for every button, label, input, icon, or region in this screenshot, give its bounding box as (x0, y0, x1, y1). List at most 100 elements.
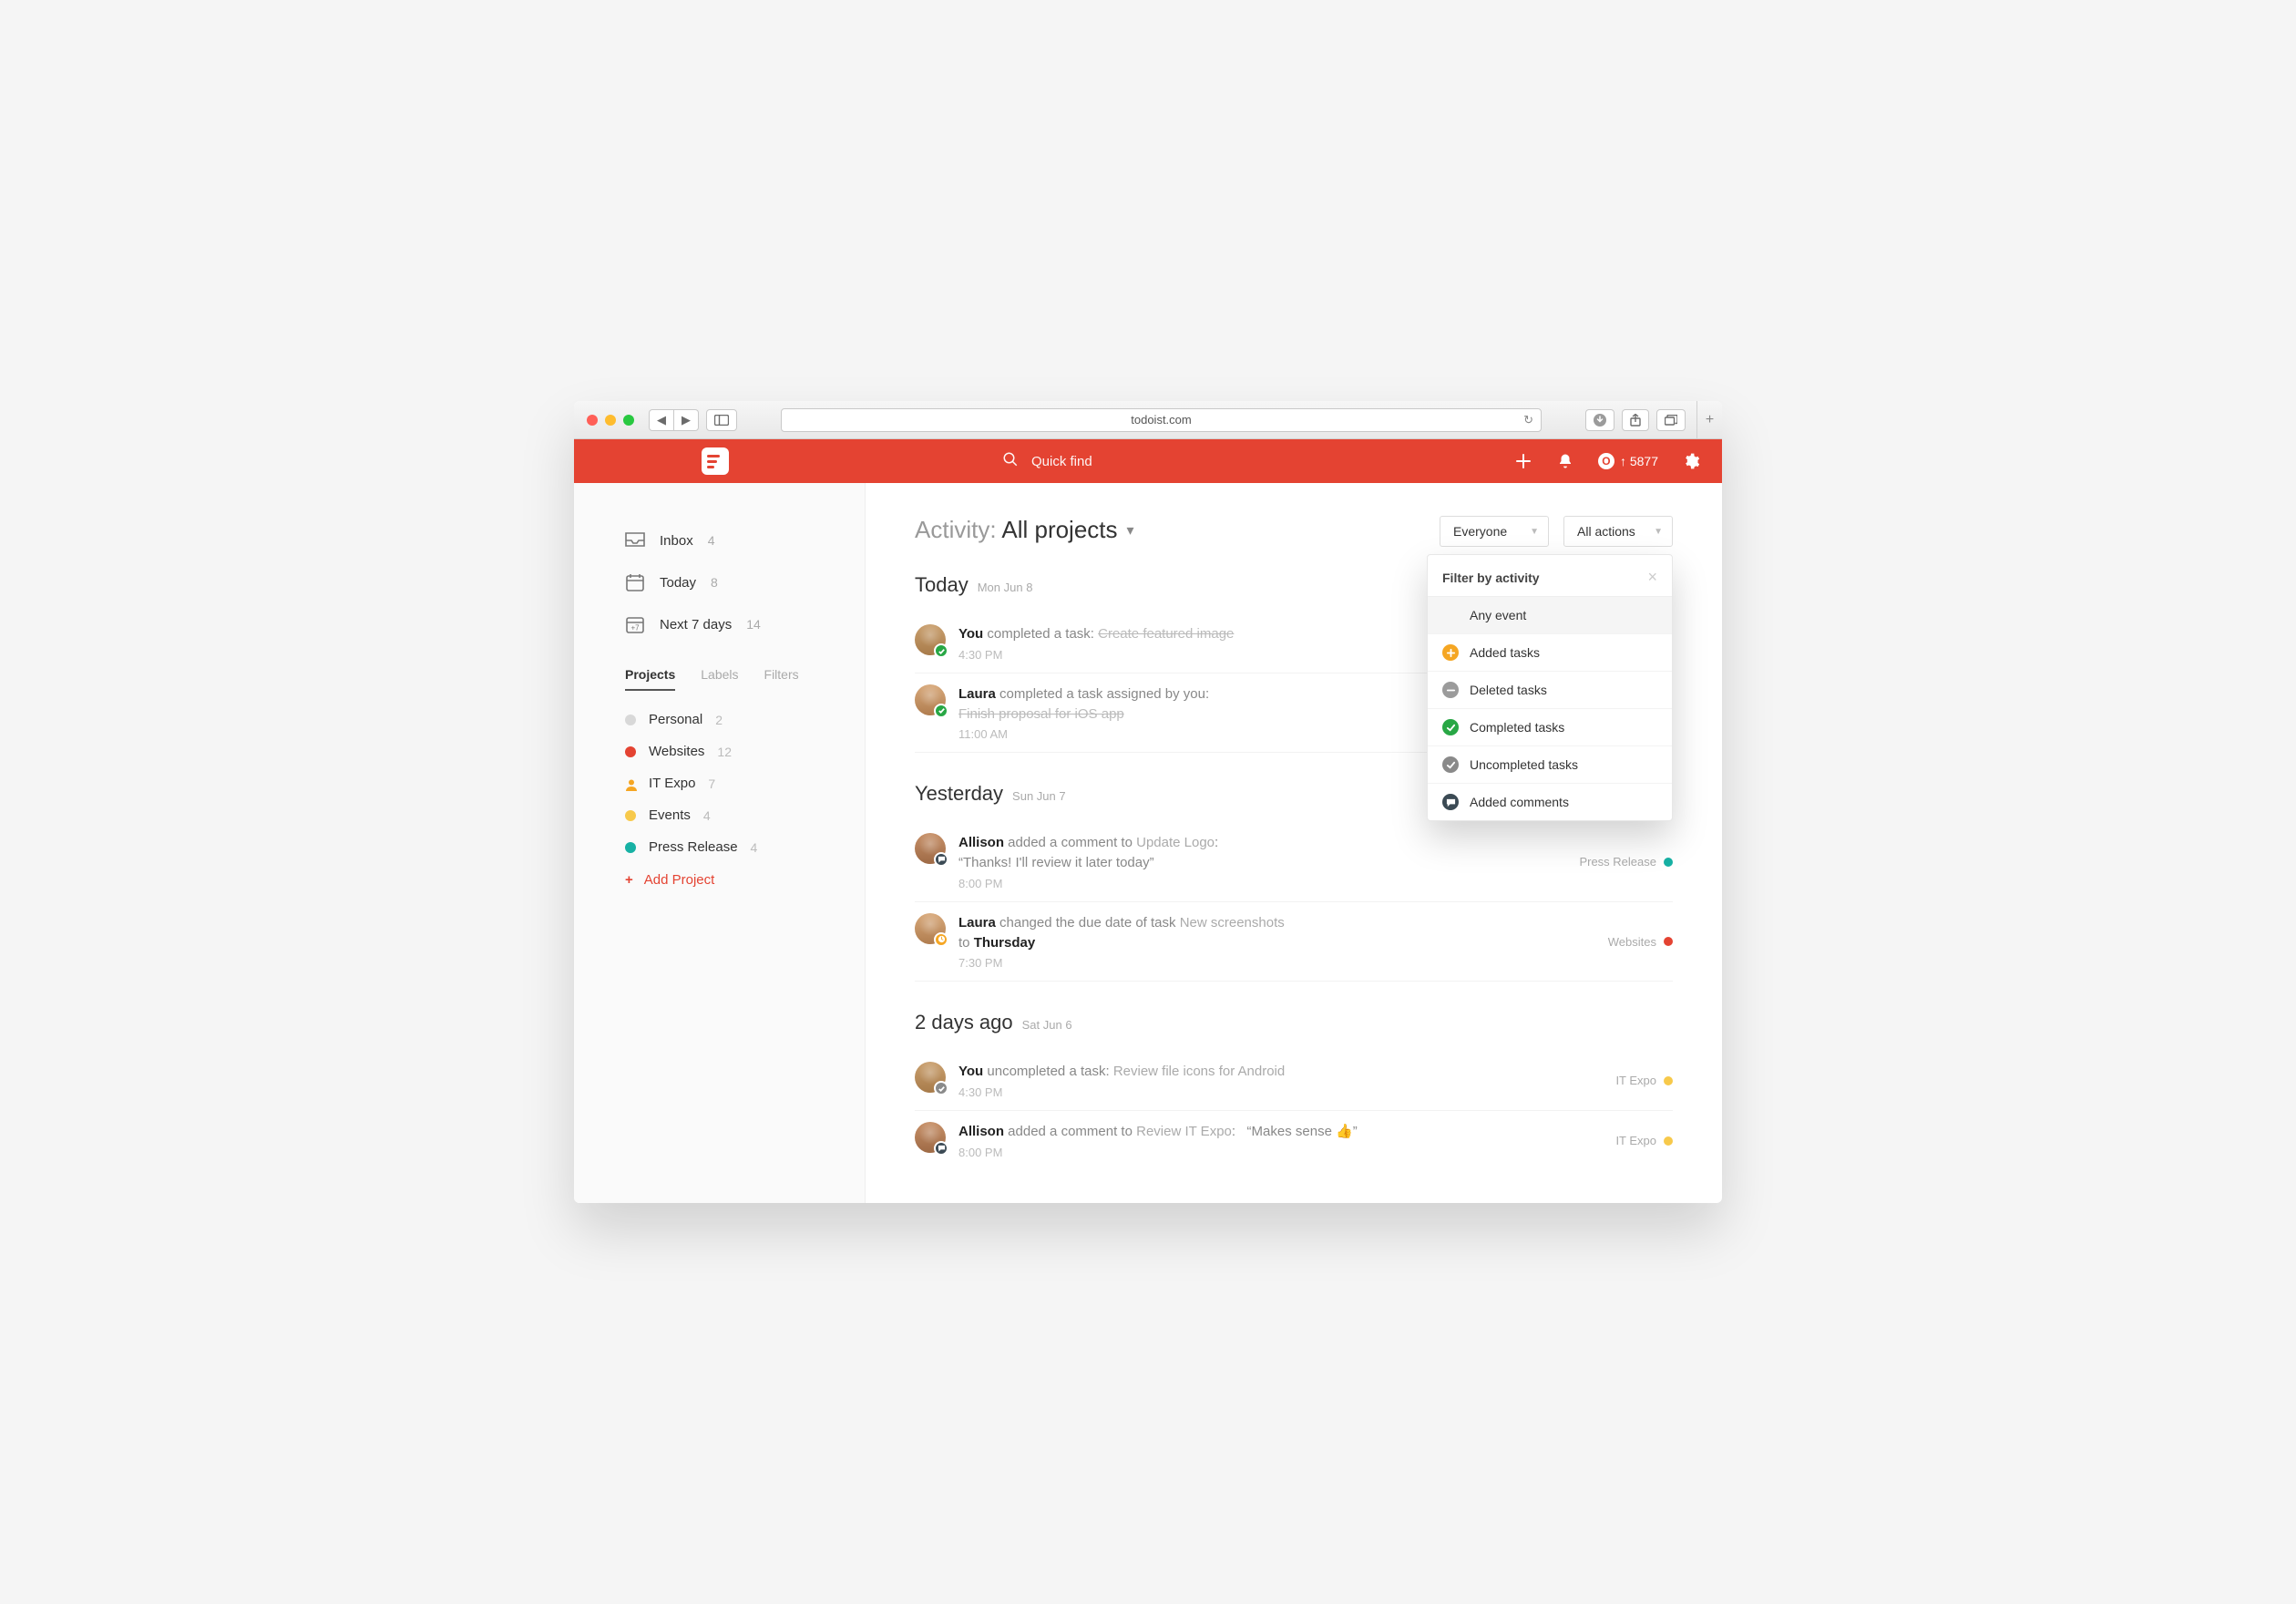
project-count: 4 (751, 840, 758, 855)
project-color-dot (625, 746, 636, 757)
activity-time: 4:30 PM (958, 1085, 1603, 1099)
due-badge-icon (934, 932, 948, 947)
chevron-down-icon: ▼ (1530, 527, 1539, 537)
sidebar: Inbox 4 Today 8 +7 Next 7 days 14 Projec… (574, 483, 866, 1203)
share-button[interactable] (1622, 409, 1649, 431)
comment-badge-icon (934, 852, 948, 867)
dropdown-item[interactable]: Completed tasks (1428, 709, 1672, 746)
title-dropdown-icon[interactable]: ▾ (1127, 521, 1134, 540)
comment-icon (1442, 794, 1459, 810)
nav-buttons: ◀ ▶ (649, 409, 699, 431)
url-bar[interactable]: todoist.com ↻ (781, 408, 1542, 432)
maximize-window-icon[interactable] (623, 415, 634, 426)
activity-line: Laura changed the due date of task New s… (958, 913, 1595, 933)
app-body: Inbox 4 Today 8 +7 Next 7 days 14 Projec… (574, 483, 1722, 1203)
sidebar-next7[interactable]: +7 Next 7 days 14 (625, 603, 865, 645)
uncomplete-badge-icon (934, 1081, 948, 1095)
minus-icon (1442, 682, 1459, 698)
tab-projects[interactable]: Projects (625, 667, 675, 691)
dropdown-item-label: Completed tasks (1470, 720, 1564, 735)
filter-actions-select[interactable]: All actions ▼ (1563, 516, 1673, 547)
close-window-icon[interactable] (587, 415, 598, 426)
forward-button[interactable]: ▶ (674, 409, 699, 431)
new-tab-button[interactable]: + (1696, 401, 1722, 438)
project-count: 2 (715, 713, 723, 727)
notifications-icon[interactable] (1556, 452, 1574, 470)
dropdown-item[interactable]: Added comments (1428, 784, 1672, 820)
project-label: Press Release (649, 839, 738, 855)
tab-filters[interactable]: Filters (764, 667, 799, 691)
activity-line: Allison added a comment to Review IT Exp… (958, 1122, 1603, 1142)
dropdown-item[interactable]: Added tasks (1428, 634, 1672, 672)
app-logo-icon[interactable] (702, 447, 729, 475)
section-date: Mon Jun 8 (978, 581, 1033, 594)
refresh-icon[interactable]: ↻ (1523, 413, 1533, 427)
calendar-today-icon (625, 572, 645, 592)
settings-gear-icon[interactable] (1682, 452, 1700, 470)
projects-list: Personal2Websites12IT Expo7Events4Press … (625, 704, 865, 863)
sidebar-toggle-button[interactable] (706, 409, 737, 431)
avatar (915, 1122, 946, 1153)
activity-project[interactable]: IT Expo (1615, 1134, 1673, 1147)
dropdown-item[interactable]: Any event (1428, 597, 1672, 634)
project-label: IT Expo (1615, 1134, 1656, 1147)
dropdown-item[interactable]: Deleted tasks (1428, 672, 1672, 709)
activity-item: You uncompleted a task: Review file icon… (915, 1051, 1673, 1111)
karma-score[interactable]: O ↑ 5877 (1598, 453, 1658, 469)
dropdown-title: Filter by activity (1442, 571, 1540, 585)
sidebar-today[interactable]: Today 8 (625, 561, 865, 603)
activity-body: Allison added a comment to Review IT Exp… (958, 1122, 1603, 1159)
dropdown-header: Filter by activity × (1428, 555, 1672, 597)
project-count: 7 (708, 776, 715, 791)
sidebar-tabs: Projects Labels Filters (625, 667, 865, 691)
sidebar-inbox[interactable]: Inbox 4 (625, 519, 865, 561)
project-item[interactable]: IT Expo7 (625, 767, 865, 799)
section-title: Yesterday (915, 782, 1003, 806)
inbox-count: 4 (708, 533, 715, 548)
main-content: Activity: All projects ▾ Everyone ▼ All … (866, 483, 1722, 1203)
activity-time: 8:00 PM (958, 877, 1566, 890)
tab-labels[interactable]: Labels (701, 667, 738, 691)
project-item[interactable]: Events 4 (625, 799, 865, 831)
project-item[interactable]: Personal2 (625, 704, 865, 735)
activity-project[interactable]: Press Release (1579, 855, 1673, 869)
activity-item: Allison added a comment to Review IT Exp… (915, 1111, 1673, 1170)
search-icon (1002, 451, 1019, 472)
browser-chrome: ◀ ▶ todoist.com ↻ + (574, 401, 1722, 439)
dropdown-item[interactable]: Uncompleted tasks (1428, 746, 1672, 784)
activity-project[interactable]: IT Expo (1615, 1074, 1673, 1087)
karma-badge-icon: O (1598, 453, 1614, 469)
minimize-window-icon[interactable] (605, 415, 616, 426)
project-item[interactable]: Websites12 (625, 735, 865, 767)
activity-project[interactable]: Websites (1608, 935, 1673, 949)
filter-people-select[interactable]: Everyone ▼ (1440, 516, 1549, 547)
complete-badge-icon (934, 704, 948, 718)
close-icon[interactable]: × (1647, 568, 1657, 587)
avatar (915, 1062, 946, 1093)
project-color-dot (1664, 1076, 1673, 1085)
project-label: IT Expo (1615, 1074, 1656, 1087)
add-project-button[interactable]: + Add Project (625, 863, 865, 897)
project-count: 4 (703, 808, 711, 823)
app-header: Quick find O ↑ 5877 (574, 439, 1722, 483)
project-item[interactable]: Press Release 4 (625, 831, 865, 863)
header-actions: O ↑ 5877 (1514, 452, 1700, 470)
tabs-button[interactable] (1656, 409, 1686, 431)
complete-badge-icon (934, 643, 948, 658)
add-project-label: Add Project (644, 872, 715, 888)
plus-icon (1442, 644, 1459, 661)
project-label: Events (649, 807, 691, 823)
quick-find[interactable]: Quick find (1002, 451, 1092, 472)
downloads-button[interactable] (1585, 409, 1614, 431)
plus-icon: + (625, 872, 633, 888)
avatar (915, 833, 946, 864)
activity-title: Activity: All projects (915, 516, 1118, 544)
activity-body: Allison added a comment to Update Logo:“… (958, 833, 1566, 890)
activity-line: You uncompleted a task: Review file icon… (958, 1062, 1603, 1082)
app-window: ◀ ▶ todoist.com ↻ + (574, 401, 1722, 1203)
dropdown-item-label: Any event (1470, 608, 1526, 622)
project-label: Websites (1608, 935, 1656, 949)
next7-label: Next 7 days (660, 617, 732, 632)
add-task-icon[interactable] (1514, 452, 1532, 470)
back-button[interactable]: ◀ (649, 409, 674, 431)
